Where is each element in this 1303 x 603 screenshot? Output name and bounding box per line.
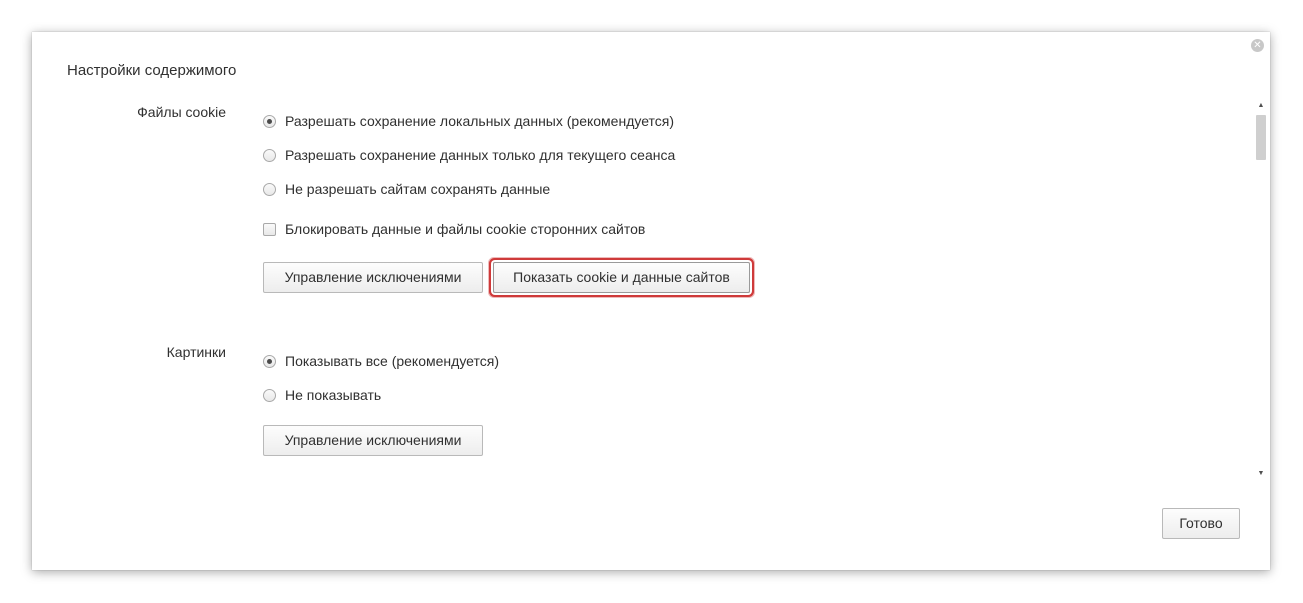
settings-content: Файлы cookie Разрешать сохранение локаль… [32,98,1270,480]
dialog-title: Настройки содержимого [67,62,237,79]
section-label-cookies: Файлы cookie [137,104,226,120]
radio-button[interactable] [263,182,276,196]
section-label-images: Картинки [166,344,226,360]
radio-button-checked[interactable] [263,354,276,368]
content-settings-dialog: ✕ Настройки содержимого Файлы cookie Раз… [32,32,1270,570]
radio-label: Не разрешать сайтам сохранять данные [285,181,551,197]
images-option-do-not-show[interactable]: Не показывать [263,386,381,404]
scroll-down-arrow-icon[interactable]: ▼ [1254,468,1268,480]
cookies-manage-exceptions-button[interactable]: Управление исключениями [263,262,483,293]
images-manage-exceptions-button[interactable]: Управление исключениями [263,425,483,456]
checkbox[interactable] [263,222,276,236]
cookie-option-block-all[interactable]: Не разрешать сайтам сохранять данные [263,180,550,198]
radio-button[interactable] [263,148,276,162]
radio-label: Показывать все (рекомендуется) [285,353,499,369]
close-icon[interactable]: ✕ [1251,39,1264,52]
cookie-option-session-only[interactable]: Разрешать сохранение данных только для т… [263,146,675,164]
cookie-option-allow-local[interactable]: Разрешать сохранение локальных данных (р… [263,112,674,130]
vertical-scrollbar[interactable]: ▲ ▼ [1254,100,1268,480]
block-third-party-cookies[interactable]: Блокировать данные и файлы cookie сторон… [263,220,645,238]
radio-label: Не показывать [285,387,382,403]
radio-label: Разрешать сохранение локальных данных (р… [285,113,675,129]
scrollbar-thumb[interactable] [1256,115,1266,160]
images-option-show-all[interactable]: Показывать все (рекомендуется) [263,352,499,370]
radio-button[interactable] [263,388,276,402]
checkbox-label: Блокировать данные и файлы cookie сторон… [285,221,646,237]
radio-button-checked[interactable] [263,114,276,128]
scroll-up-arrow-icon[interactable]: ▲ [1254,100,1268,112]
done-button[interactable]: Готово [1162,508,1240,539]
show-cookies-and-site-data-button[interactable]: Показать cookie и данные сайтов [493,262,750,293]
radio-label: Разрешать сохранение данных только для т… [285,147,676,163]
